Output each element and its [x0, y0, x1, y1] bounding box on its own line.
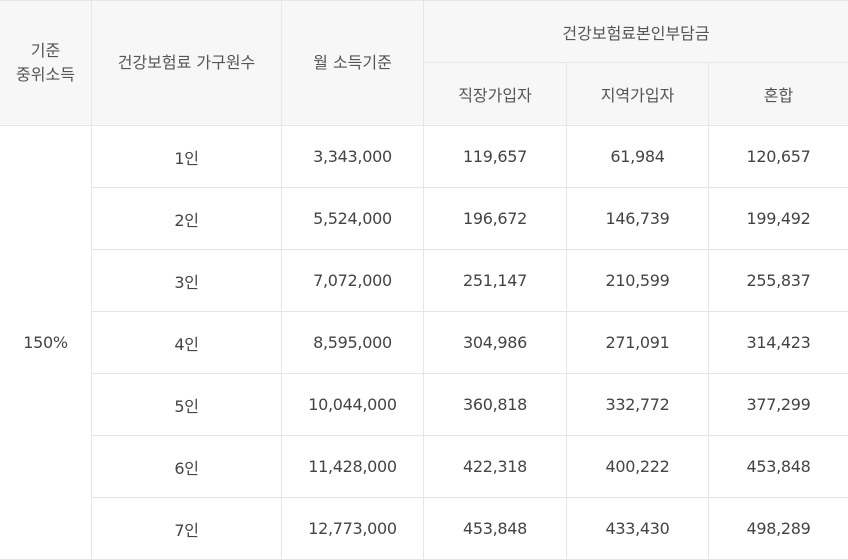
header-median-income: 기준 중위소득 [0, 1, 92, 126]
header-median-income-line2: 중위소득 [16, 65, 75, 84]
regional-cell: 210,599 [567, 250, 709, 312]
mixed-cell: 255,837 [709, 250, 848, 312]
table-row: 5인 10,044,000 360,818 332,772 377,299 [0, 374, 848, 436]
header-mixed: 혼합 [709, 63, 848, 126]
regional-cell: 61,984 [567, 126, 709, 188]
median-percent-cell: 150% [0, 126, 92, 560]
income-cell: 7,072,000 [282, 250, 424, 312]
mixed-cell: 377,299 [709, 374, 848, 436]
regional-cell: 332,772 [567, 374, 709, 436]
workplace-cell: 196,672 [424, 188, 567, 250]
header-median-income-line1: 기준 [31, 41, 60, 60]
insurance-table: 기준 중위소득 건강보험료 가구원수 월 소득기준 건강보험료본인부담금 직장가… [0, 0, 848, 560]
header-household-size: 건강보험료 가구원수 [92, 1, 282, 126]
mixed-cell: 498,289 [709, 498, 848, 560]
table-row: 3인 7,072,000 251,147 210,599 255,837 [0, 250, 848, 312]
household-cell: 3인 [92, 250, 282, 312]
regional-cell: 146,739 [567, 188, 709, 250]
workplace-cell: 304,986 [424, 312, 567, 374]
mixed-cell: 120,657 [709, 126, 848, 188]
workplace-cell: 251,147 [424, 250, 567, 312]
header-workplace-subscriber: 직장가입자 [424, 63, 567, 126]
income-cell: 8,595,000 [282, 312, 424, 374]
income-cell: 3,343,000 [282, 126, 424, 188]
household-cell: 1인 [92, 126, 282, 188]
income-cell: 11,428,000 [282, 436, 424, 498]
table-header: 기준 중위소득 건강보험료 가구원수 월 소득기준 건강보험료본인부담금 직장가… [0, 1, 848, 126]
workplace-cell: 360,818 [424, 374, 567, 436]
header-copay-group: 건강보험료본인부담금 [424, 1, 848, 63]
table-row: 4인 8,595,000 304,986 271,091 314,423 [0, 312, 848, 374]
mixed-cell: 314,423 [709, 312, 848, 374]
table-row: 7인 12,773,000 453,848 433,430 498,289 [0, 498, 848, 560]
regional-cell: 271,091 [567, 312, 709, 374]
income-cell: 10,044,000 [282, 374, 424, 436]
household-cell: 5인 [92, 374, 282, 436]
mixed-cell: 199,492 [709, 188, 848, 250]
regional-cell: 400,222 [567, 436, 709, 498]
workplace-cell: 453,848 [424, 498, 567, 560]
workplace-cell: 119,657 [424, 126, 567, 188]
income-cell: 5,524,000 [282, 188, 424, 250]
regional-cell: 433,430 [567, 498, 709, 560]
income-cell: 12,773,000 [282, 498, 424, 560]
table-row: 150% 1인 3,343,000 119,657 61,984 120,657 [0, 126, 848, 188]
table-row: 6인 11,428,000 422,318 400,222 453,848 [0, 436, 848, 498]
workplace-cell: 422,318 [424, 436, 567, 498]
mixed-cell: 453,848 [709, 436, 848, 498]
table-row: 2인 5,524,000 196,672 146,739 199,492 [0, 188, 848, 250]
household-cell: 4인 [92, 312, 282, 374]
household-cell: 2인 [92, 188, 282, 250]
header-regional-subscriber: 지역가입자 [567, 63, 709, 126]
household-cell: 6인 [92, 436, 282, 498]
table-body: 150% 1인 3,343,000 119,657 61,984 120,657… [0, 126, 848, 560]
household-cell: 7인 [92, 498, 282, 560]
header-monthly-income: 월 소득기준 [282, 1, 424, 126]
